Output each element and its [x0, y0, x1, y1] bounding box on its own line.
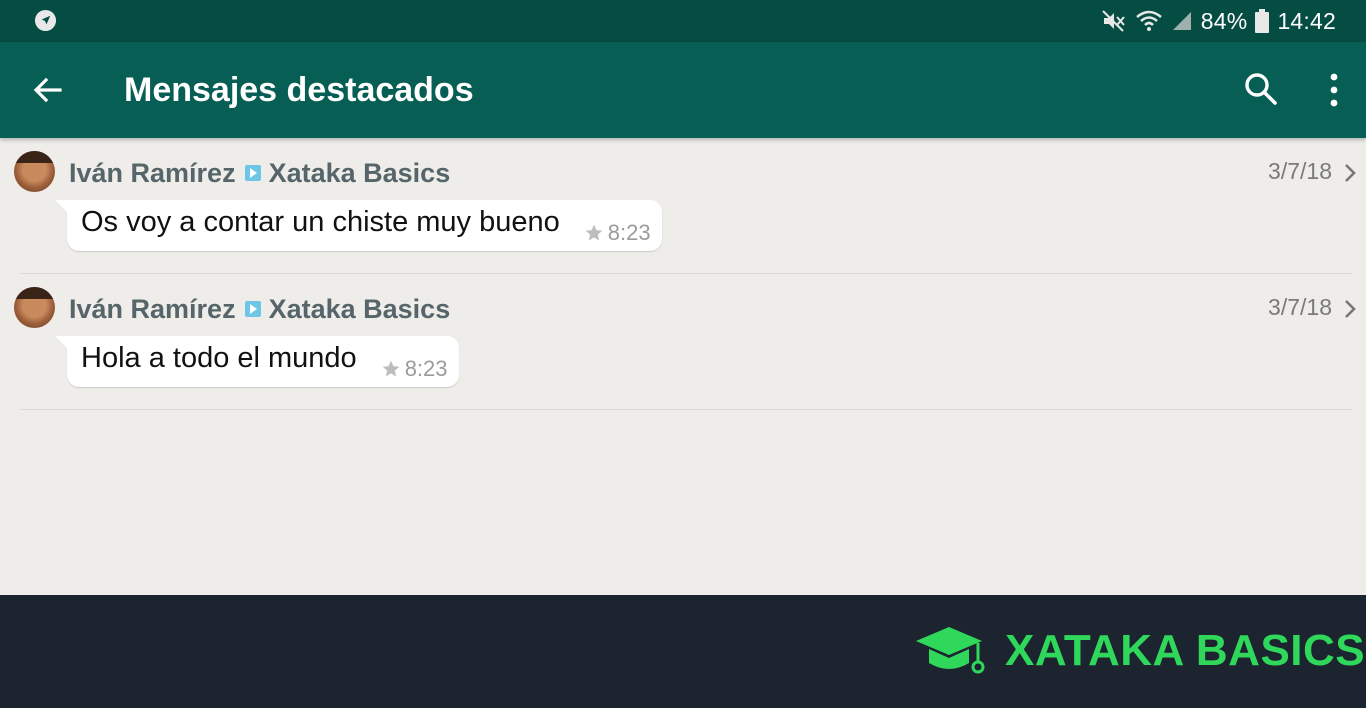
back-arrow-icon[interactable] [30, 72, 66, 108]
navigation-icon [34, 9, 57, 32]
chevron-right-icon[interactable] [1342, 298, 1358, 320]
page-title: Mensajes destacados [124, 71, 474, 109]
chevron-right-icon[interactable] [1342, 162, 1358, 184]
star-icon [382, 360, 400, 376]
message-bubble[interactable]: Hola a todo el mundo 8:23 [55, 336, 459, 387]
message-time: 8:23 [607, 219, 651, 245]
search-icon[interactable] [1242, 70, 1280, 108]
signal-icon [1172, 12, 1191, 30]
avatar[interactable] [14, 151, 55, 192]
message-text: Os voy a contar un chiste muy bueno [81, 206, 560, 238]
brand-text: XATAKA BASICS [1005, 626, 1366, 675]
avatar[interactable] [14, 287, 55, 328]
message-date: 3/7/18 [1268, 294, 1332, 320]
play-arrow-icon [244, 165, 261, 181]
group-name: Xataka Basics [268, 293, 451, 324]
mute-icon [1102, 10, 1125, 32]
graduation-cap-icon [916, 627, 985, 674]
status-bar: 84% 14:42 [0, 0, 1366, 42]
app-bar: Mensajes destacados [0, 42, 1366, 138]
message-date: 3/7/18 [1268, 158, 1332, 184]
battery-icon [1255, 9, 1270, 33]
message-header: Iván Ramírez Xataka Basics [69, 157, 450, 189]
message-bubble[interactable]: Os voy a contar un chiste muy bueno 8:23 [55, 200, 662, 251]
message-time: 8:23 [404, 355, 448, 381]
battery-percent: 84% [1200, 7, 1248, 34]
clock: 14:42 [1277, 7, 1336, 34]
starred-messages-list: Iván Ramírez Xataka Basics 3/7/18 Os voy… [0, 138, 1366, 410]
group-name: Xataka Basics [268, 157, 451, 188]
more-vert-icon[interactable] [1318, 70, 1350, 110]
message-meta: 8:23 [584, 220, 651, 246]
star-icon [585, 224, 603, 240]
sender-name: Iván Ramírez [69, 293, 236, 324]
play-arrow-icon [244, 301, 261, 317]
brand-banner: XATAKA BASICS [0, 595, 1366, 708]
sender-name: Iván Ramírez [69, 157, 236, 188]
starred-message[interactable]: Iván Ramírez Xataka Basics 3/7/18 Os voy… [0, 138, 1366, 274]
starred-message[interactable]: Iván Ramírez Xataka Basics 3/7/18 Hola a… [0, 274, 1366, 410]
message-header: Iván Ramírez Xataka Basics [69, 293, 450, 325]
wifi-icon [1135, 10, 1162, 31]
divider [20, 409, 1352, 410]
message-text: Hola a todo el mundo [81, 342, 357, 374]
message-meta: 8:23 [381, 356, 448, 382]
